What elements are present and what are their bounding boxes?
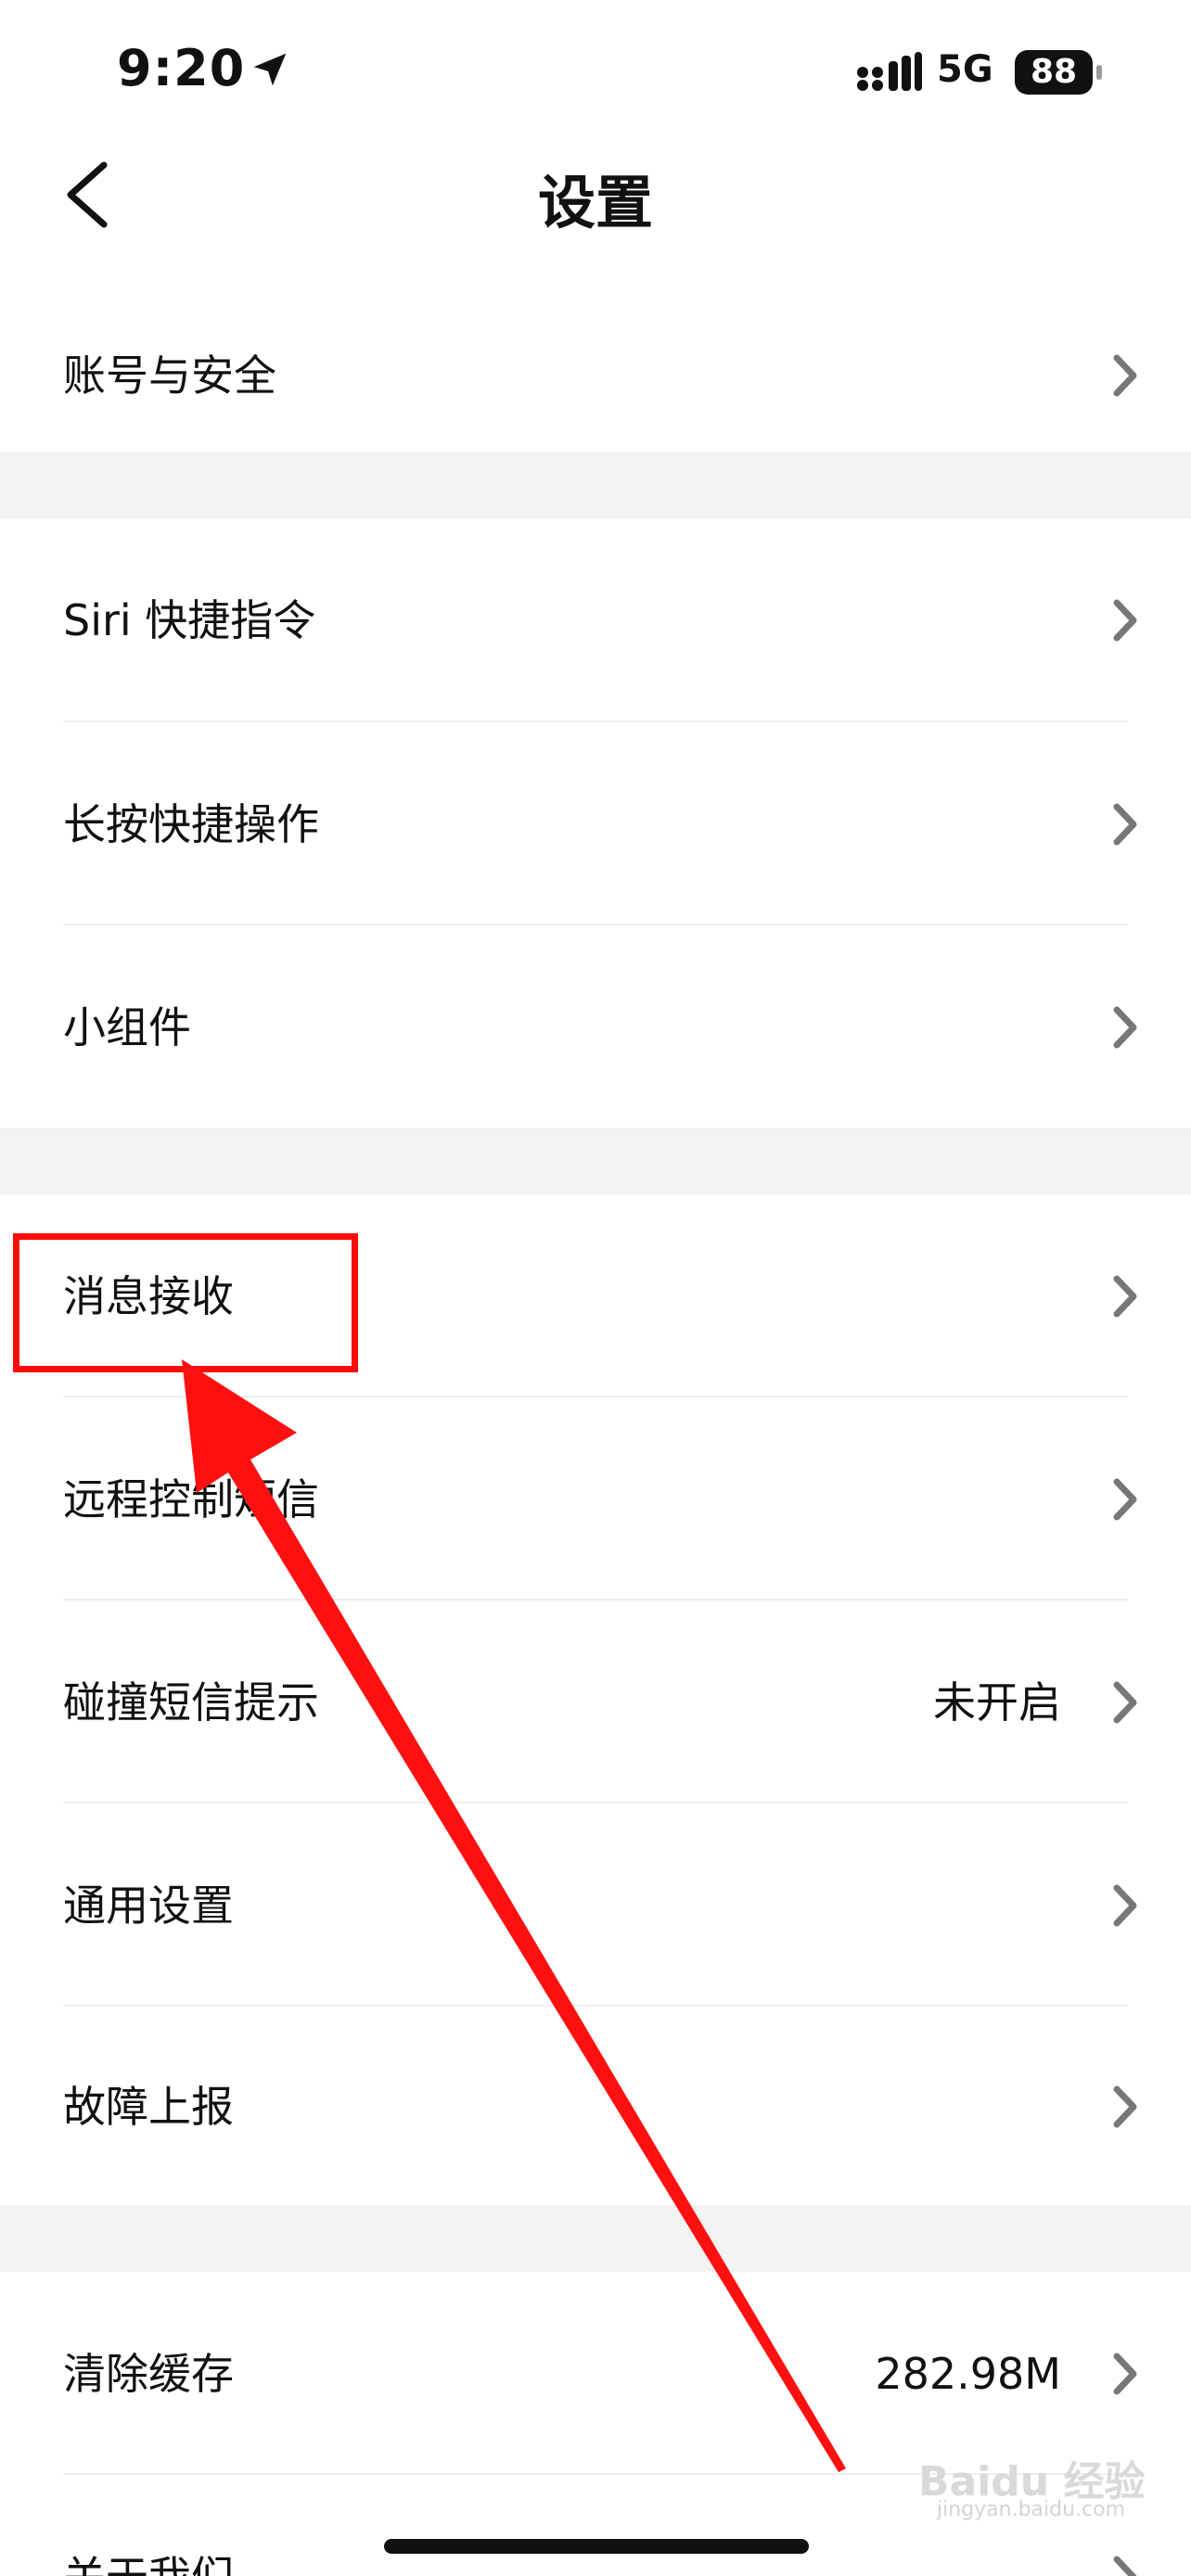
status-time: 9:20 — [117, 39, 246, 97]
item-label: Siri 快捷指令 — [63, 595, 316, 645]
item-label: 清除缓存 — [63, 2349, 234, 2399]
chevron-right-icon — [1113, 354, 1137, 397]
settings-item-general[interactable]: 通用设置 — [0, 1804, 1191, 2006]
chevron-right-icon — [1113, 1275, 1137, 1318]
chevron-right-icon — [1113, 2556, 1137, 2576]
annotation-highlight-box — [13, 1233, 358, 1372]
chevron-right-icon — [1113, 1681, 1137, 1724]
page-title: 设置 — [537, 169, 653, 236]
settings-item-account-security[interactable]: 账号与安全 — [0, 299, 1191, 453]
battery-level: 88 — [1030, 53, 1078, 91]
signal-icon — [857, 52, 922, 91]
watermark-url: jingyan.baidu.com — [937, 2498, 1126, 2521]
section-gap — [0, 1128, 1191, 1194]
settings-item-siri-shortcuts[interactable]: Siri 快捷指令 — [0, 519, 1191, 721]
item-label: 小组件 — [63, 1002, 191, 1052]
chevron-right-icon — [1113, 1006, 1137, 1049]
settings-item-clear-cache[interactable]: 清除缓存 282.98M — [0, 2272, 1191, 2474]
settings-item-fault-report[interactable]: 故障上报 — [0, 2007, 1191, 2205]
settings-item-widgets[interactable]: 小组件 — [0, 925, 1191, 1128]
item-label: 账号与安全 — [63, 351, 276, 401]
chevron-right-icon — [1113, 599, 1137, 642]
status-bar: 9:20 5G 88 — [0, 0, 1191, 139]
item-value: 未开启 — [933, 1677, 1061, 1728]
settings-item-long-press[interactable]: 长按快捷操作 — [0, 722, 1191, 925]
item-label: 长按快捷操作 — [63, 799, 319, 849]
settings-item-remote-sms[interactable]: 远程控制短信 — [0, 1397, 1191, 1600]
chevron-right-icon — [1113, 2085, 1137, 2128]
section-gap — [0, 453, 1191, 519]
section-gap — [0, 2205, 1191, 2272]
chevron-right-icon — [1113, 803, 1137, 846]
chevron-right-icon — [1113, 1884, 1137, 1927]
chevron-right-icon — [1113, 1478, 1137, 1521]
nav-bar: 设置 — [0, 139, 1191, 241]
location-arrow-icon — [253, 53, 287, 86]
item-label: 远程控制短信 — [63, 1474, 319, 1524]
settings-item-collision-sms[interactable]: 碰撞短信提示 未开启 — [0, 1600, 1191, 1803]
chevron-right-icon — [1113, 2353, 1137, 2395]
item-label: 通用设置 — [63, 1881, 234, 1931]
item-label: 关于我们 — [63, 2549, 234, 2576]
item-value: 282.98M — [875, 2349, 1061, 2399]
item-label: 碰撞短信提示 — [63, 1677, 319, 1728]
home-indicator[interactable] — [384, 2539, 809, 2554]
item-label: 故障上报 — [63, 2082, 234, 2132]
network-type: 5G — [937, 48, 993, 91]
